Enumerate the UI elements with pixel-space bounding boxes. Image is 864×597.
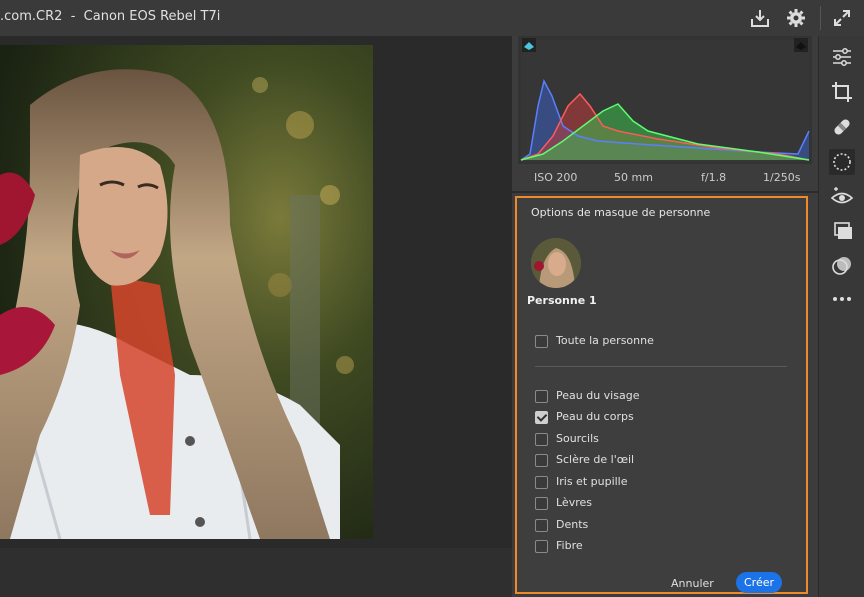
option-label: Peau du corps — [556, 410, 634, 423]
focal-length: 50 mm — [614, 171, 653, 184]
options-divider — [535, 366, 787, 367]
snapshots-icon[interactable] — [829, 253, 855, 279]
crop-icon[interactable] — [829, 79, 855, 105]
title-separator: - — [70, 9, 76, 24]
person-mask-options: Options de masque de personne Personne 1… — [515, 196, 808, 594]
histogram — [518, 36, 812, 164]
checkbox[interactable] — [535, 454, 548, 467]
fullscreen-icon[interactable] — [831, 7, 853, 29]
checkbox[interactable] — [535, 335, 548, 348]
panel-divider — [512, 191, 818, 193]
tool-strip — [818, 36, 864, 597]
option-label: Lèvres — [556, 496, 592, 509]
checkbox[interactable] — [535, 476, 548, 489]
iso-value: ISO 200 — [534, 171, 578, 184]
presets-icon[interactable] — [829, 218, 855, 244]
option-label: Fibre — [556, 539, 583, 552]
option-label: Dents — [556, 518, 589, 531]
window-title: .com.CR2 - Canon EOS Rebel T7i — [0, 9, 220, 24]
checkbox[interactable] — [535, 390, 548, 403]
option-label: Sclère de l'œil — [556, 453, 635, 466]
edit-sliders-icon[interactable] — [829, 44, 855, 70]
checkbox[interactable] — [535, 433, 548, 446]
option-label: Peau du visage — [556, 389, 640, 402]
red-eye-icon[interactable] — [829, 184, 855, 210]
file-name: .com.CR2 — [0, 9, 63, 24]
title-bar: .com.CR2 - Canon EOS Rebel T7i — [0, 0, 864, 36]
masking-icon[interactable] — [829, 149, 855, 175]
mask-panel-title: Options de masque de personne — [531, 206, 711, 219]
option-label: Sourcils — [556, 432, 599, 445]
more-icon[interactable] — [829, 286, 855, 312]
export-icon[interactable] — [749, 7, 771, 29]
cancel-button[interactable]: Annuler — [671, 577, 714, 590]
right-panel: ISO 200 50 mm f/1.8 1/250s Options de ma… — [512, 36, 818, 597]
person-name: Personne 1 — [527, 294, 597, 307]
shutter-speed: 1/250s — [763, 171, 801, 184]
checkbox[interactable] — [535, 540, 548, 553]
gear-icon[interactable] — [785, 7, 807, 29]
highlight-clipping-toggle[interactable] — [794, 38, 808, 52]
heal-icon[interactable] — [829, 114, 855, 140]
aperture: f/1.8 — [701, 171, 727, 184]
image-canvas[interactable] — [0, 36, 512, 548]
option-label: Iris et pupille — [556, 475, 628, 488]
checkbox[interactable] — [535, 497, 548, 510]
create-button[interactable]: Créer — [736, 572, 782, 593]
checkbox-checked[interactable] — [535, 411, 548, 424]
person-thumbnail[interactable] — [531, 238, 581, 288]
photo-preview[interactable] — [0, 45, 373, 539]
shadow-clipping-toggle[interactable] — [522, 38, 536, 52]
filmstrip-area — [0, 548, 512, 597]
exif-info: ISO 200 50 mm f/1.8 1/250s — [512, 166, 818, 190]
checkbox[interactable] — [535, 519, 548, 532]
option-label: Toute la personne — [556, 334, 654, 347]
title-divider — [820, 6, 821, 30]
camera-model: Canon EOS Rebel T7i — [83, 9, 221, 24]
